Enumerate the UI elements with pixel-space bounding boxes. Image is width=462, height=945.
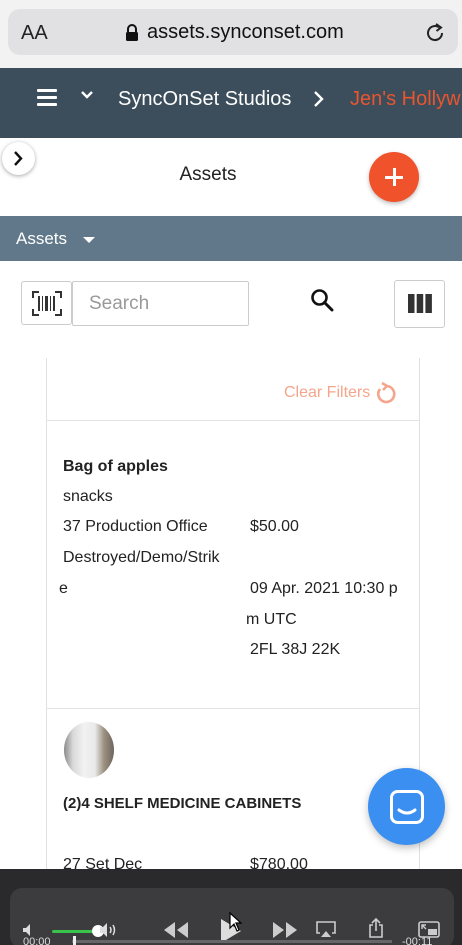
add-asset-button[interactable] bbox=[369, 152, 419, 202]
studio-name-link[interactable]: SyncOnSet Studios bbox=[118, 88, 291, 111]
project-name-link[interactable]: Jen's Hollyw bbox=[350, 88, 461, 111]
asset-code: 2FL 38J 22K bbox=[250, 641, 341, 658]
barcode-scan-button[interactable] bbox=[21, 281, 72, 325]
lock-icon bbox=[126, 24, 138, 41]
playback-progress-handle[interactable] bbox=[73, 936, 76, 945]
asset-status-cont: e bbox=[59, 580, 68, 597]
clear-filters-link[interactable]: Clear Filters bbox=[284, 384, 370, 402]
share-icon[interactable] bbox=[368, 918, 384, 938]
assets-dropdown[interactable]: Assets bbox=[0, 216, 462, 261]
asset-date-cont: m UTC bbox=[246, 611, 297, 628]
search-input[interactable] bbox=[72, 281, 249, 326]
fast-forward-icon[interactable] bbox=[272, 921, 298, 939]
app-header: SyncOnSet Studios Jen's Hollyw bbox=[0, 68, 462, 138]
volume-high-icon bbox=[100, 923, 116, 937]
asset-thumbnail bbox=[64, 722, 114, 778]
volume-low-icon bbox=[23, 924, 30, 936]
search-icon[interactable] bbox=[310, 288, 334, 312]
url-text[interactable]: assets.synconset.com bbox=[147, 21, 344, 44]
asset-category: snacks bbox=[63, 488, 113, 505]
chat-icon bbox=[390, 790, 424, 824]
url-field[interactable]: AA assets.synconset.com bbox=[8, 9, 458, 55]
remaining-time: -00:11 bbox=[402, 936, 433, 945]
menu-icon[interactable] bbox=[37, 89, 57, 110]
reset-icon[interactable] bbox=[374, 382, 398, 406]
chat-launcher-button[interactable] bbox=[368, 768, 445, 845]
chevron-down-icon[interactable] bbox=[80, 88, 94, 102]
page-title: Assets bbox=[179, 164, 237, 185]
rewind-icon[interactable] bbox=[163, 921, 189, 939]
text-size-button[interactable]: AA bbox=[21, 22, 48, 45]
caret-down-icon bbox=[83, 237, 95, 243]
assets-dropdown-label: Assets bbox=[16, 229, 68, 248]
mouse-cursor-icon bbox=[229, 912, 243, 932]
asset-price: $50.00 bbox=[250, 518, 299, 535]
asset-date: 09 Apr. 2021 10:30 p bbox=[250, 580, 398, 597]
divider bbox=[46, 420, 420, 421]
barcode-icon bbox=[32, 291, 62, 316]
airplay-icon[interactable] bbox=[316, 921, 336, 938]
elapsed-time: 00:00 bbox=[23, 936, 51, 945]
browser-address-bar: AA assets.synconset.com bbox=[0, 0, 462, 68]
asset-status: Destroyed/Demo/Strik bbox=[63, 549, 220, 566]
reload-icon[interactable] bbox=[424, 22, 446, 44]
asset-name[interactable]: Bag of apples bbox=[63, 458, 168, 476]
columns-icon bbox=[408, 294, 432, 313]
media-controls bbox=[0, 869, 462, 945]
column-view-button[interactable] bbox=[394, 280, 445, 328]
divider bbox=[46, 708, 420, 709]
asset-location: 37 Production Office bbox=[63, 518, 208, 535]
asset-name[interactable]: (2)4 SHELF MEDICINE CABINETS bbox=[63, 795, 301, 812]
playback-progress-bar[interactable] bbox=[72, 940, 392, 943]
chevron-right-icon bbox=[314, 91, 324, 107]
